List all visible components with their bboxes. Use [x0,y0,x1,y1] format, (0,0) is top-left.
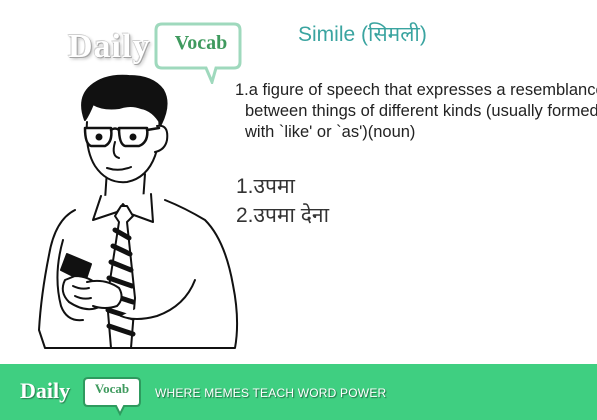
footer-banner: Daily Vocab WHERE MEMES TEACH WORD POWER [0,364,597,420]
footer-bubble-text: Vocab [94,381,130,396]
footer-tagline: WHERE MEMES TEACH WORD POWER [155,386,387,400]
word-title: Simile (सिमली) [298,23,427,46]
meaning-item: 2.उपमा देना [236,204,330,227]
footer-brand-word: Daily [20,378,71,403]
hindi-meanings: 1.उपमा 2.उपमा देना [236,172,329,230]
logo-bubble-text: Vocab [174,32,228,54]
meme-man-illustration [38,74,239,349]
logo-word: Daily [68,28,151,65]
meaning-item: 1.उपमा [236,175,295,198]
word-definition: 1.a figure of speech that expresses a re… [235,81,597,141]
